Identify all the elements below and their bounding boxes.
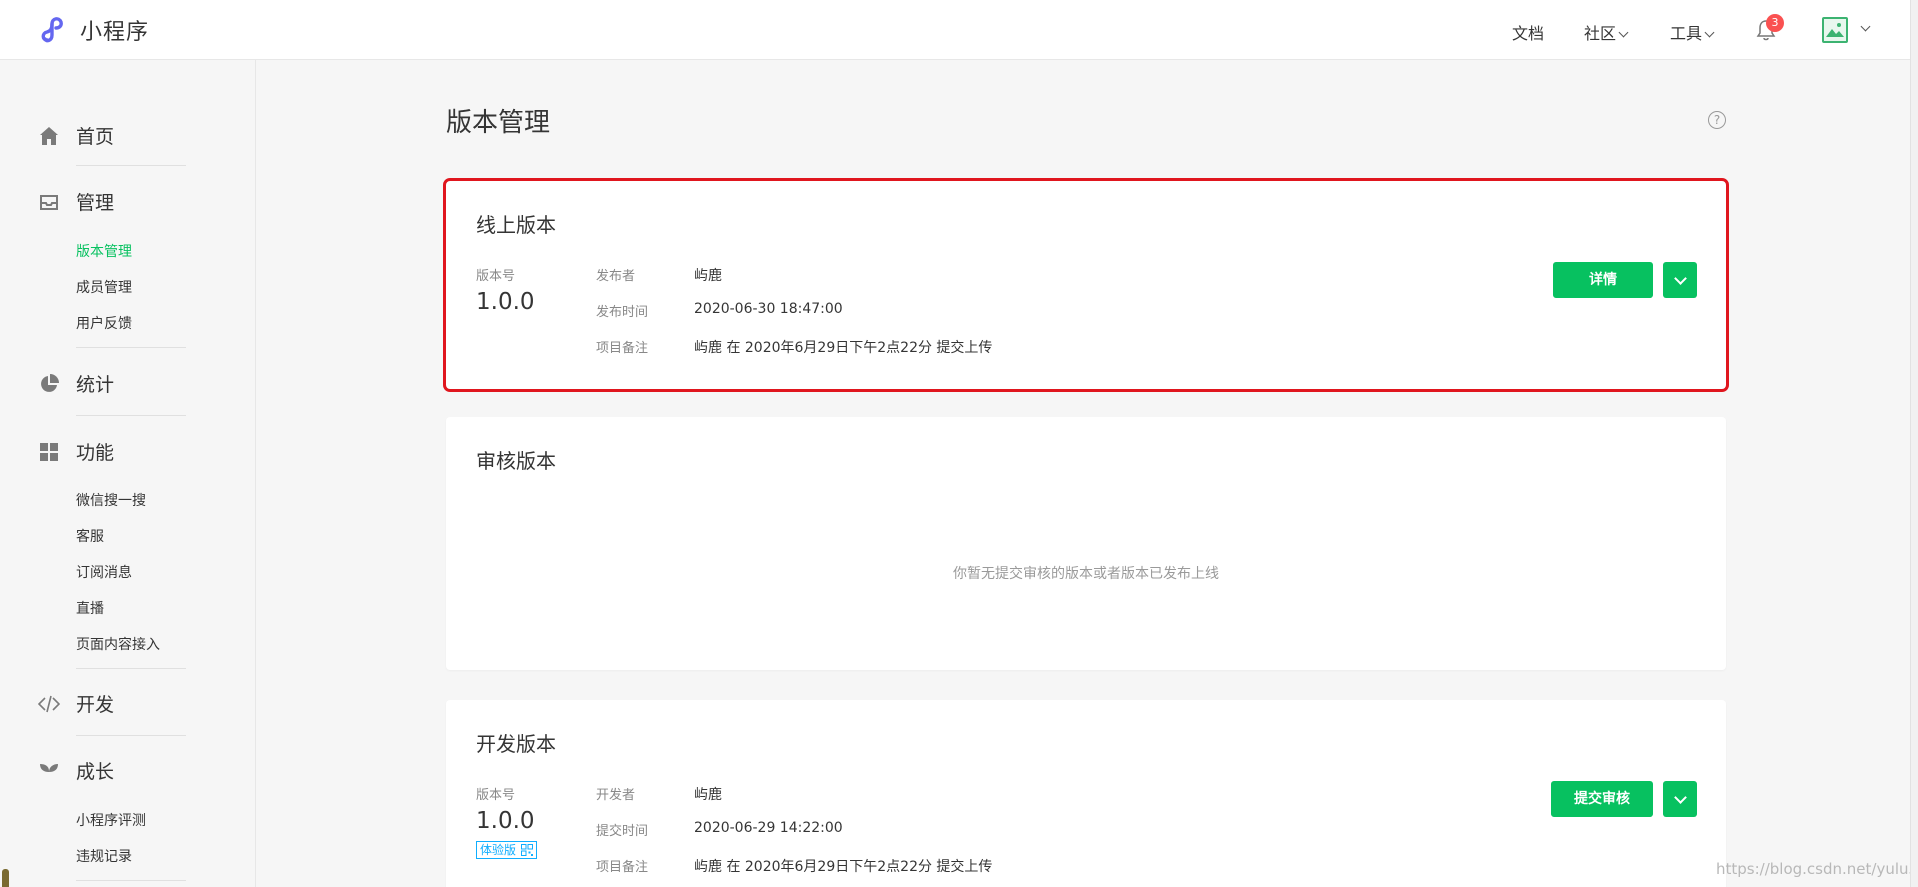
notification-badge: 3 [1766, 14, 1784, 32]
chevron-down-icon [1704, 27, 1715, 38]
scrollbar[interactable] [1910, 0, 1918, 887]
logo-text: 小程序 [80, 20, 150, 45]
trial-tag-label: 体验版 [480, 843, 517, 857]
detail-button[interactable]: 详情 [1553, 262, 1653, 298]
more-dropdown-button[interactable] [1663, 262, 1697, 298]
sidebar-item-page-content[interactable]: 页面内容接入 [76, 634, 160, 654]
corner-mark [2, 869, 9, 887]
field-label: 提交时间 [596, 824, 649, 839]
nav-tools[interactable]: 工具 [1670, 20, 1715, 44]
divider [76, 347, 186, 348]
home-icon [40, 126, 58, 145]
field-label: 项目备注 [596, 860, 649, 875]
review-version-card: 审核版本 你暂无提交审核的版本或者版本已发布上线 [446, 417, 1726, 670]
nav-community-label: 社区 [1584, 24, 1617, 43]
empty-state-text: 你暂无提交审核的版本或者版本已发布上线 [953, 566, 1219, 582]
inbox-icon [40, 194, 58, 210]
sidebar-item-subscribe-message[interactable]: 订阅消息 [76, 562, 132, 582]
field-value: 2020-06-29 14:22:00 [694, 820, 843, 836]
card-title: 线上版本 [476, 213, 556, 237]
submit-review-button[interactable]: 提交审核 [1551, 781, 1653, 817]
sidebar-item-violation-record[interactable]: 违规记录 [76, 846, 132, 866]
qrcode-icon [521, 844, 534, 856]
sidebar-item-label: 成长 [76, 761, 115, 783]
sidebar-item-label: 首页 [76, 126, 115, 148]
sidebar-item-label: 开发 [76, 694, 115, 716]
sidebar-item-features[interactable]: 功能 [38, 438, 114, 465]
field-value: 屿鹿 在 2020年6月29日下午2点22分 提交上传 [694, 859, 993, 875]
sidebar-item-label: 统计 [76, 374, 115, 396]
sidebar-item-live[interactable]: 直播 [76, 598, 104, 618]
image-icon [1826, 23, 1844, 37]
sidebar-item-wechat-search[interactable]: 微信搜一搜 [76, 490, 146, 510]
trial-version-tag[interactable]: 体验版 [476, 841, 538, 859]
sidebar-item-customer-service[interactable]: 客服 [76, 526, 104, 546]
divider [76, 735, 186, 736]
divider [76, 880, 186, 881]
divider [76, 668, 186, 669]
avatar[interactable] [1822, 17, 1848, 43]
nav-tools-label: 工具 [1670, 24, 1703, 43]
sidebar-item-stats[interactable]: 统计 [38, 370, 114, 397]
grid-icon [40, 442, 58, 461]
nav-docs[interactable]: 文档 [1512, 20, 1918, 80]
sidebar-item-label: 功能 [76, 442, 115, 464]
version-number: 1.0.0 [476, 808, 535, 834]
field-value: 屿鹿 [694, 787, 722, 803]
field-value: 屿鹿 在 2020年6月29日下午2点22分 提交上传 [694, 340, 993, 356]
version-number: 1.0.0 [476, 289, 535, 315]
miniprogram-logo-icon [41, 17, 63, 43]
sidebar-item-manage[interactable]: 管理 [38, 188, 114, 215]
more-dropdown-button[interactable] [1663, 781, 1697, 817]
page-title: 版本管理 [446, 108, 551, 138]
version-label: 版本号 [476, 269, 516, 284]
chevron-down-icon [1618, 27, 1629, 38]
sidebar-item-home[interactable]: 首页 [38, 122, 114, 149]
online-version-card: 线上版本 版本号 1.0.0 发布者 屿鹿 发布时间 2020-06-30 18… [443, 178, 1729, 392]
watermark: https://blog.csdn.net/yulu32 [1716, 860, 1918, 878]
card-title: 审核版本 [476, 449, 556, 473]
card-title: 开发版本 [476, 732, 556, 756]
divider [76, 415, 186, 416]
nav-community[interactable]: 社区 [1584, 20, 1629, 44]
field-value: 屿鹿 [694, 268, 722, 284]
sidebar-item-develop[interactable]: 开发 [38, 690, 114, 717]
sidebar-item-miniprogram-review[interactable]: 小程序评测 [76, 810, 146, 830]
code-icon [38, 695, 60, 712]
sidebar-item-user-feedback[interactable]: 用户反馈 [76, 313, 132, 333]
sidebar-item-version-manage[interactable]: 版本管理 [76, 241, 132, 261]
field-label: 发布者 [596, 269, 636, 284]
field-label: 发布时间 [596, 305, 649, 320]
sidebar-item-member-manage[interactable]: 成员管理 [76, 277, 132, 297]
divider [76, 165, 186, 166]
field-label: 开发者 [596, 788, 636, 803]
field-label: 项目备注 [596, 341, 649, 356]
sidebar-item-growth[interactable]: 成长 [38, 757, 114, 784]
top-bar: 小程序 文档 社区 工具 3 [0, 0, 1918, 60]
logo[interactable]: 小程序 [38, 13, 149, 47]
sidebar-item-label: 管理 [76, 192, 115, 214]
sprout-icon [40, 763, 58, 780]
dev-version-card: 开发版本 版本号 1.0.0 体验版 开发者 屿鹿 提交时间 2020-06-2… [446, 700, 1726, 887]
field-value: 2020-06-30 18:47:00 [694, 301, 843, 317]
version-label: 版本号 [476, 788, 516, 803]
help-icon[interactable]: ? [1708, 111, 1726, 129]
pie-chart-icon [41, 373, 59, 392]
sidebar: 首页 管理 版本管理 成员管理 用户反馈 统计 功能 微信搜一搜 客服 订阅消息… [0, 60, 256, 887]
